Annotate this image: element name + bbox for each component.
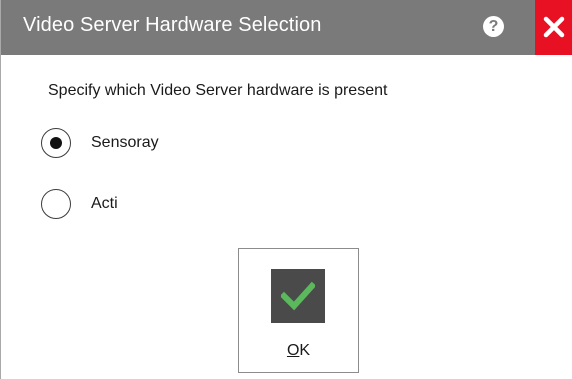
ok-label-rest: K [299, 342, 311, 359]
close-icon [543, 16, 565, 38]
ok-label[interactable]: OK [239, 342, 358, 360]
checkmark-icon [281, 281, 315, 311]
title-bar: Video Server Hardware Selection ? [1, 0, 572, 55]
radio-label[interactable]: Sensoray [91, 134, 159, 152]
ok-icon-tile [271, 269, 325, 323]
hardware-selection-dialog: Video Server Hardware Selection ? Specif… [0, 0, 572, 379]
radio-label[interactable]: Acti [91, 195, 118, 213]
help-icon: ? [488, 18, 499, 35]
help-button[interactable]: ? [483, 16, 504, 37]
radio-selected-dot [50, 137, 62, 149]
window-title: Video Server Hardware Selection [23, 14, 322, 36]
close-button[interactable] [535, 0, 572, 55]
radio-button[interactable] [41, 189, 71, 219]
instruction-text: Specify which Video Server hardware is p… [48, 82, 388, 99]
ok-mnemonic: O [286, 342, 300, 359]
radio-button[interactable] [41, 128, 71, 158]
ok-button[interactable]: OK [238, 248, 359, 373]
